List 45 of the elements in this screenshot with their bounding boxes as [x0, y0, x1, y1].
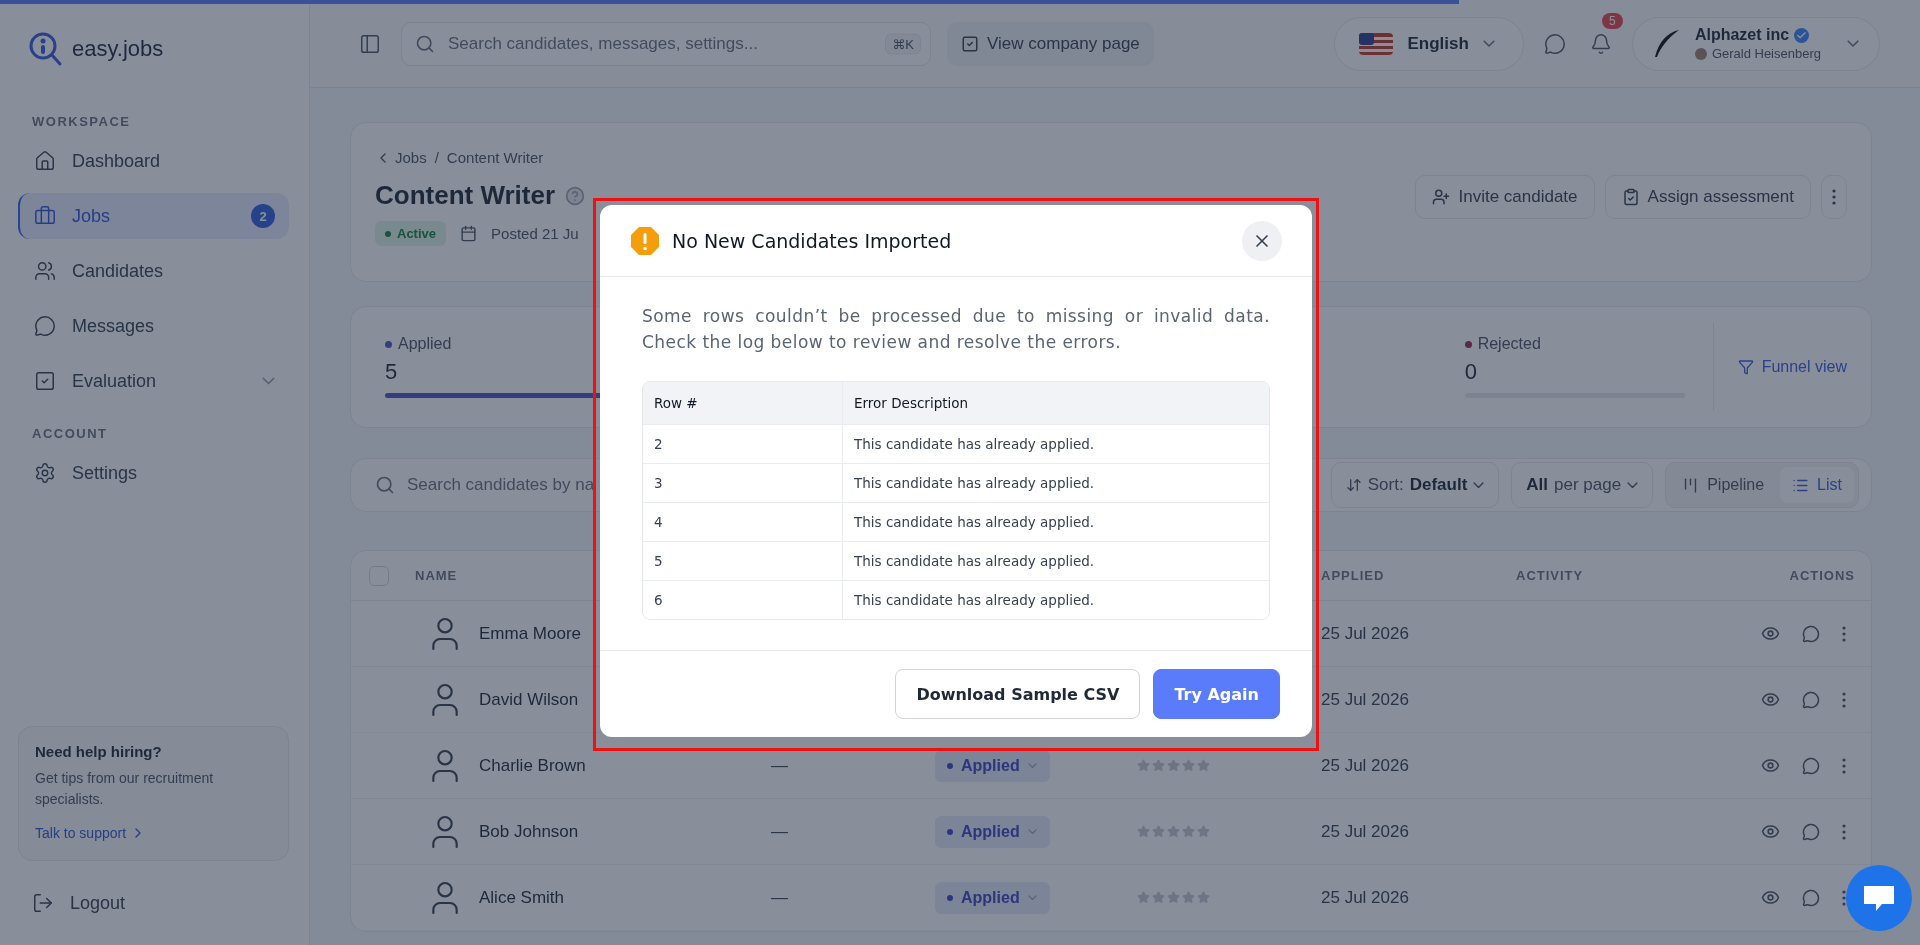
- column-header: APPLIED: [1321, 568, 1386, 583]
- section-heading: WORKSPACE: [31, 113, 132, 131]
- dialog-message: Some rows couldn’t be processed due to missing or invalid data. Check the log below to review and resolve the errors.: [642, 305, 1270, 354]
- status-badge: Active: [375, 221, 447, 246]
- help-text: Get tips from our recruitment specialists.: [35, 769, 215, 809]
- section-heading: ACCOUNT: [31, 425, 109, 443]
- table-cell-text: —: [771, 755, 789, 776]
- count-badge: 2: [251, 204, 275, 228]
- stage-label: Applied: [398, 335, 452, 353]
- notification-badge: 5: [1601, 12, 1623, 29]
- column-header: NAME: [415, 568, 459, 583]
- logout-label: Logout: [70, 892, 126, 914]
- applied-date: 25 Jul 2026: [1321, 887, 1410, 908]
- breadcrumb-separator: /: [434, 149, 439, 166]
- breadcrumb-current: Content Writer: [446, 149, 544, 166]
- job-title: Content Writer: [375, 180, 556, 211]
- stage-label: Rejected: [1477, 335, 1541, 353]
- table-cell-text: This candidate has already applied.: [853, 552, 1096, 571]
- column-header: ACTIONS: [1788, 568, 1856, 583]
- column-header: ACTIVITY: [1516, 568, 1585, 583]
- applied-date: 25 Jul 2026: [1321, 821, 1410, 842]
- help-title: Need help hiring?: [35, 743, 163, 760]
- logo-text: easy.jobs: [72, 36, 164, 62]
- posted-date: Posted 21 Ju: [491, 225, 579, 242]
- shortcut-hint: ⌘K: [885, 33, 921, 54]
- stage-count: 0: [1464, 359, 1478, 385]
- table-cell-text: —: [771, 887, 789, 908]
- applied-date: 25 Jul 2026: [1321, 623, 1410, 644]
- column-header: Error Description: [853, 394, 970, 413]
- dialog-title: No New Candidates Imported: [672, 229, 953, 252]
- table-cell: 6: [643, 581, 843, 619]
- table-cell-text: This candidate has already applied.: [853, 513, 1096, 532]
- nav-label: Jobs: [72, 205, 112, 227]
- nav-label: Candidates: [72, 260, 165, 282]
- nav-label: Evaluation: [72, 370, 158, 392]
- table-cell-text: —: [771, 821, 789, 842]
- table-cell-text: This candidate has already applied.: [853, 591, 1096, 610]
- nav-label: Settings: [72, 462, 139, 484]
- applied-date: 25 Jul 2026: [1321, 755, 1410, 776]
- applied-date: 25 Jul 2026: [1321, 689, 1410, 710]
- nav-label: Messages: [72, 315, 156, 337]
- stage-count: 5: [385, 359, 399, 385]
- nav-label: Dashboard: [72, 150, 162, 172]
- table-cell-text: This candidate has already applied.: [853, 474, 1096, 493]
- table-cell-text: This candidate has already applied.: [853, 435, 1096, 454]
